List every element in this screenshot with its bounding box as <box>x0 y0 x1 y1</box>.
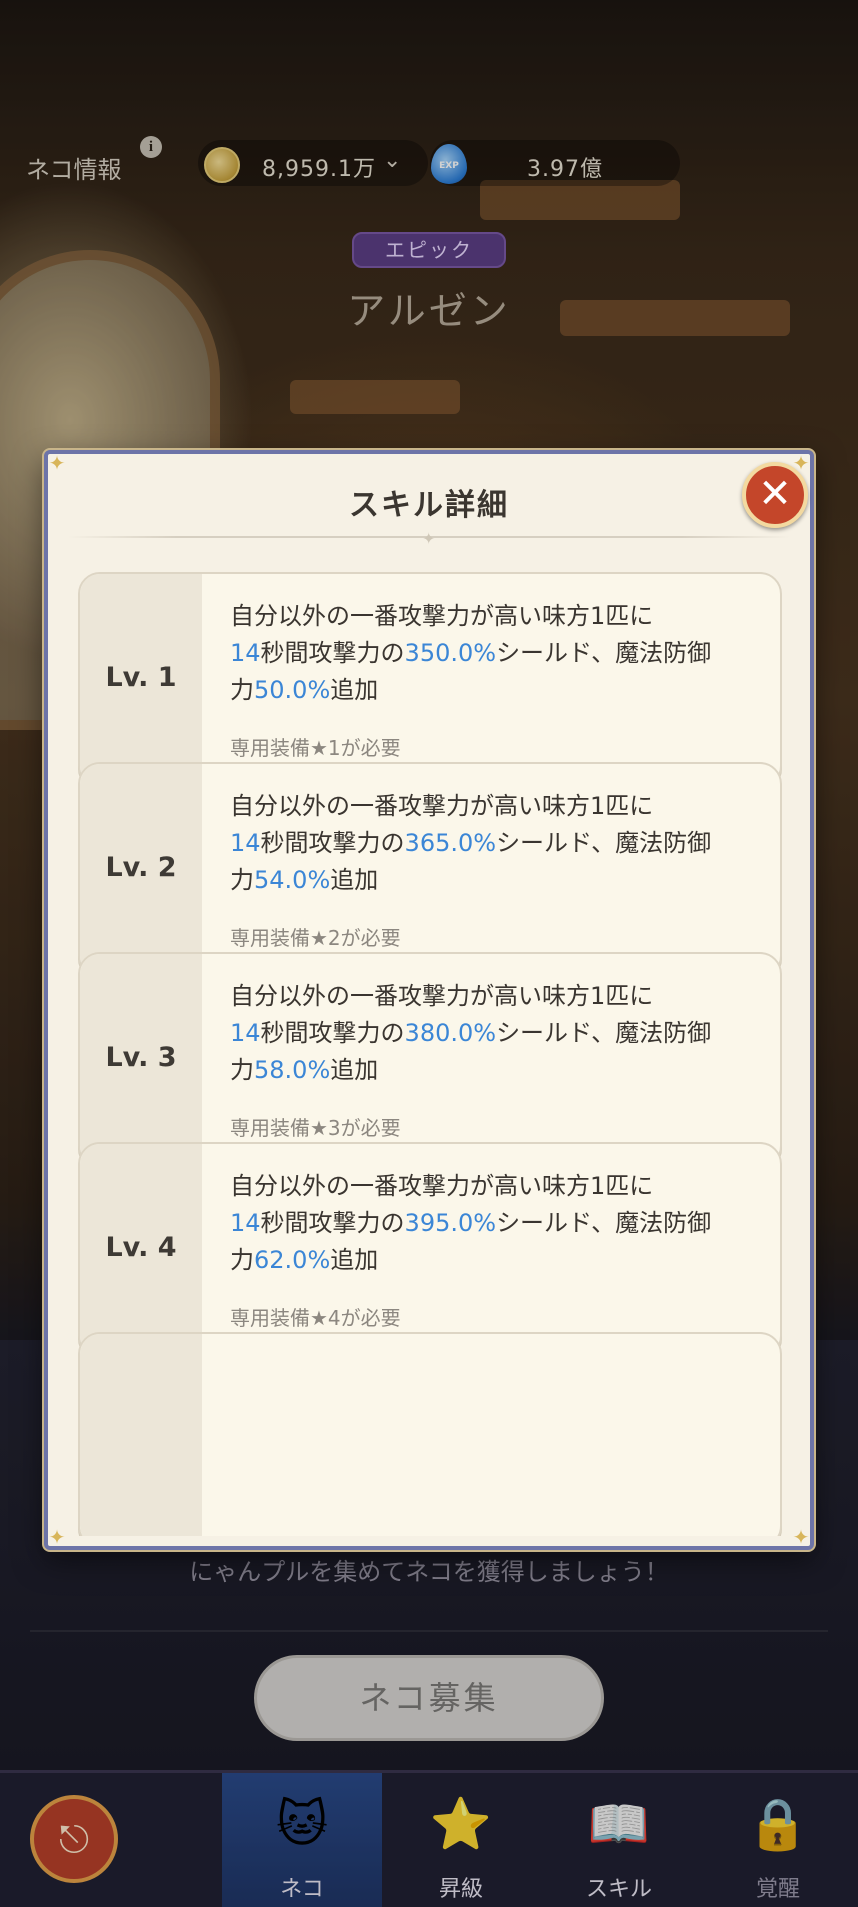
desc-line: 自分以外の一番攻撃力が高い味方1匹に <box>230 1172 654 1200</box>
skill-description: 自分以外の一番攻撃力が高い味方1匹に 14秒間攻撃力の380.0%シールド、魔法… <box>230 978 770 1089</box>
skill-description: 自分以外の一番攻撃力が高い味方1匹に 14秒間攻撃力の365.0%シールド、魔法… <box>230 788 770 899</box>
desc-line: 自分以外の一番攻撃力が高い味方1匹に <box>230 982 654 1010</box>
skill-level-card: Lv. 2 自分以外の一番攻撃力が高い味方1匹に 14秒間攻撃力の365.0%シ… <box>78 762 782 978</box>
desc-text: 力 <box>230 1246 254 1274</box>
desc-text: 追加 <box>330 866 379 894</box>
corner-ornament-icon: ✦ <box>48 451 66 475</box>
desc-text: 力 <box>230 676 254 704</box>
duration-value: 14 <box>230 639 261 667</box>
magic-def-value: 58.0% <box>254 1056 331 1084</box>
desc-text: 秒間攻撃力の <box>260 639 405 667</box>
desc-text: 秒間攻撃力の <box>260 829 405 857</box>
duration-value: 14 <box>230 829 261 857</box>
desc-text: 秒間攻撃力の <box>260 1209 405 1237</box>
desc-text: シールド、魔法防御 <box>496 829 712 857</box>
desc-text: 力 <box>230 1056 254 1084</box>
desc-text: 追加 <box>330 676 379 704</box>
desc-text: 追加 <box>330 1246 379 1274</box>
level-column: Lv. 4 <box>80 1144 202 1356</box>
desc-text: シールド、魔法防御 <box>496 639 712 667</box>
requirement-text: 専用装備★1が必要 <box>230 736 401 760</box>
level-column: Lv. 1 <box>80 574 202 786</box>
shield-value: 395.0% <box>404 1209 497 1237</box>
magic-def-value: 54.0% <box>254 866 331 894</box>
duration-value: 14 <box>230 1209 261 1237</box>
skill-level-label: Lv. 3 <box>105 1042 177 1073</box>
skill-level-card: Lv. 1 自分以外の一番攻撃力が高い味方1匹に 14秒間攻撃力の350.0%シ… <box>78 572 782 788</box>
level-column: Lv. 2 <box>80 764 202 976</box>
desc-text: シールド、魔法防御 <box>496 1019 712 1047</box>
skill-description: 自分以外の一番攻撃力が高い味方1匹に 14秒間攻撃力の395.0%シールド、魔法… <box>230 1168 770 1279</box>
skill-level-card: Lv. 4 自分以外の一番攻撃力が高い味方1匹に 14秒間攻撃力の395.0%シ… <box>78 1142 782 1358</box>
skill-level-list[interactable]: Lv. 1 自分以外の一番攻撃力が高い味方1匹に 14秒間攻撃力の350.0%シ… <box>78 572 782 1536</box>
magic-def-value: 62.0% <box>254 1246 331 1274</box>
skill-level-card: Lv. 3 自分以外の一番攻撃力が高い味方1匹に 14秒間攻撃力の380.0%シ… <box>78 952 782 1168</box>
shield-value: 380.0% <box>404 1019 497 1047</box>
shield-value: 350.0% <box>404 639 497 667</box>
desc-text: 追加 <box>330 1056 379 1084</box>
duration-value: 14 <box>230 1019 261 1047</box>
skill-level-label: Lv. 1 <box>105 662 177 693</box>
corner-ornament-icon: ✦ <box>48 1525 66 1549</box>
requirement-text: 専用装備★2が必要 <box>230 926 401 950</box>
skill-description: 自分以外の一番攻撃力が高い味方1匹に 14秒間攻撃力の350.0%シールド、魔法… <box>230 598 770 709</box>
close-button[interactable]: ✕ <box>742 462 808 528</box>
magic-def-value: 50.0% <box>254 676 331 704</box>
skill-level-label: Lv. 4 <box>105 1232 177 1263</box>
desc-text: 力 <box>230 866 254 894</box>
requirement-text: 専用装備★4が必要 <box>230 1306 401 1330</box>
modal-title: スキル詳細 <box>349 488 509 523</box>
desc-line: 自分以外の一番攻撃力が高い味方1匹に <box>230 792 654 820</box>
level-column <box>80 1334 202 1536</box>
level-column: Lv. 3 <box>80 954 202 1166</box>
requirement-text: 専用装備★3が必要 <box>230 1116 401 1140</box>
skill-detail-modal: ✦ ✦ ✦ ✦ スキル詳細 ✦ Lv. 1 自分以外の一番攻撃力が高い味方1匹に… <box>44 450 814 1550</box>
skill-level-card <box>78 1332 782 1536</box>
desc-text: 秒間攻撃力の <box>260 1019 405 1047</box>
desc-line: 自分以外の一番攻撃力が高い味方1匹に <box>230 602 654 630</box>
skill-level-label: Lv. 2 <box>105 852 177 883</box>
diamond-ornament-icon: ✦ <box>422 529 436 548</box>
corner-ornament-icon: ✦ <box>792 1525 810 1549</box>
shield-value: 365.0% <box>404 829 497 857</box>
desc-text: シールド、魔法防御 <box>496 1209 712 1237</box>
